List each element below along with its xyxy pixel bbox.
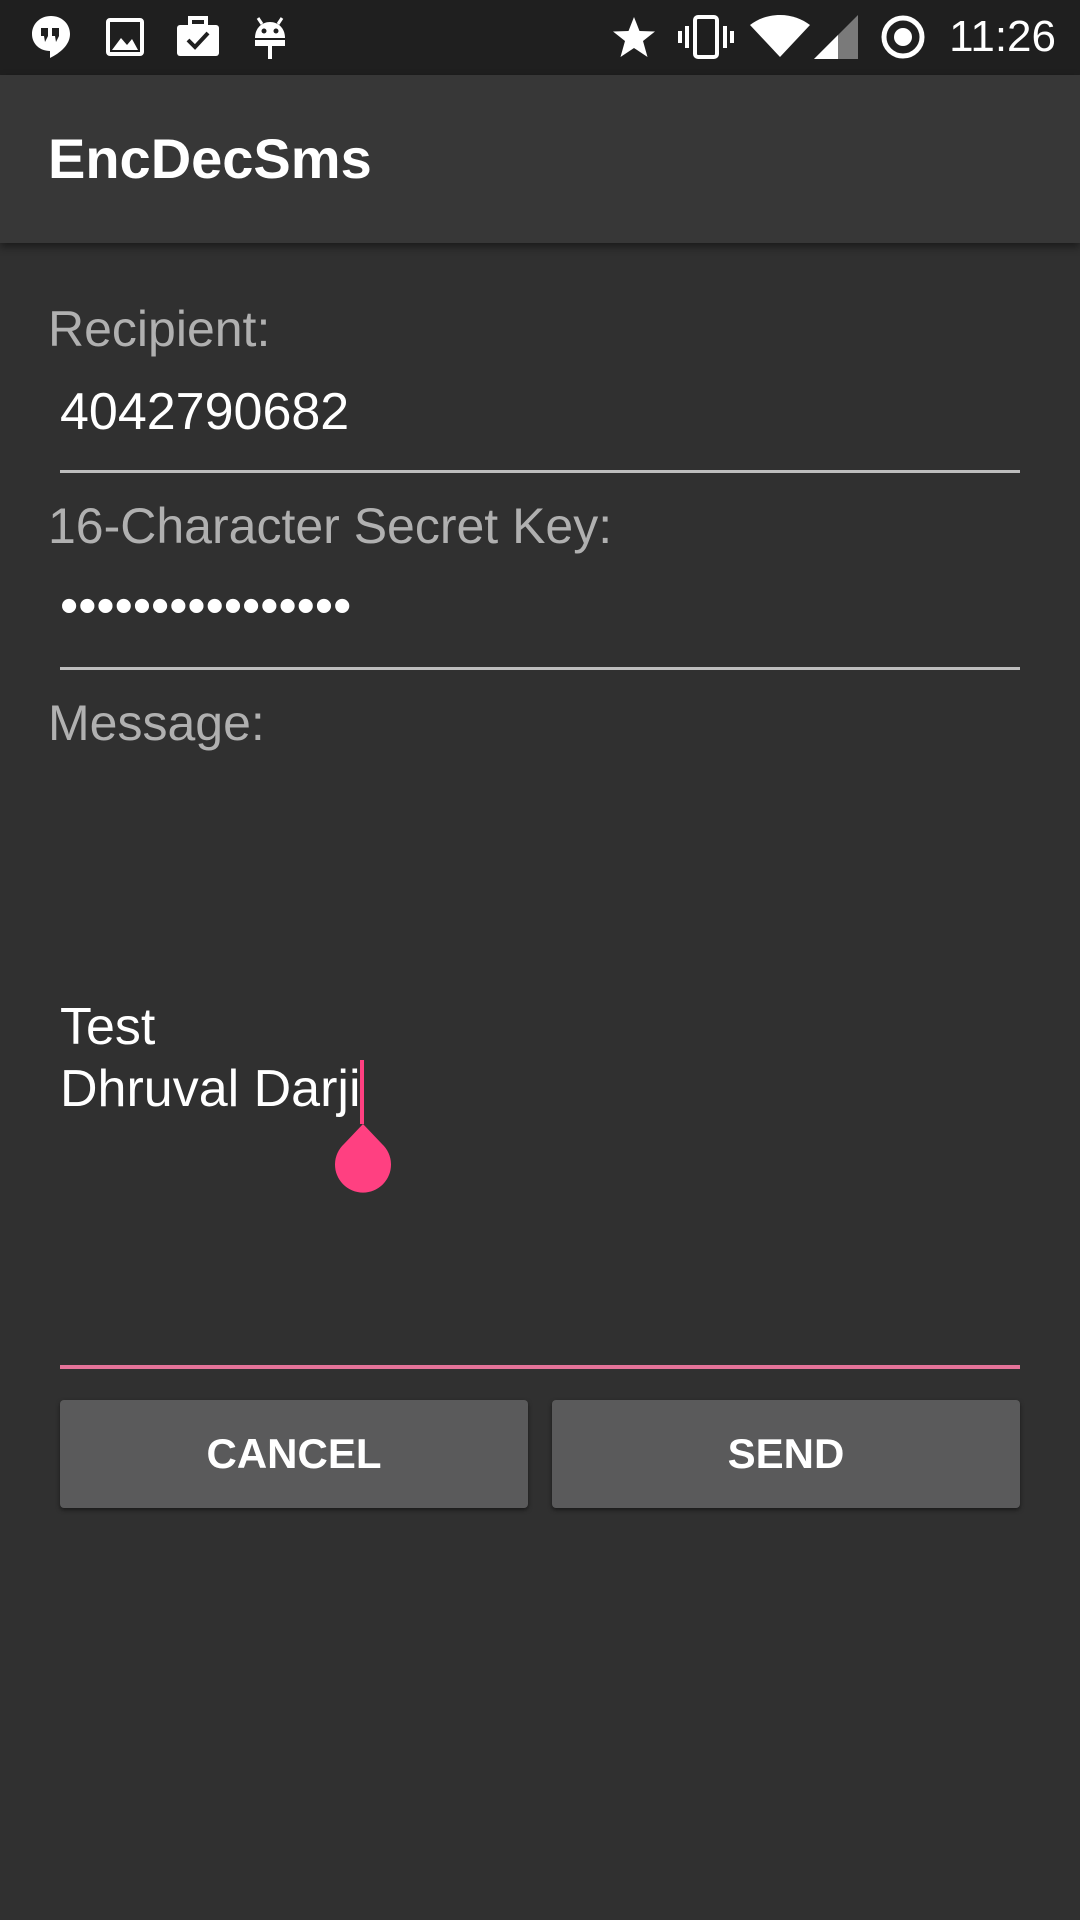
message-label: Message:: [48, 695, 265, 751]
vibrate-icon: [678, 14, 734, 60]
cursor-handle[interactable]: [332, 1124, 394, 1201]
briefcase-icon: [175, 14, 221, 60]
wifi-icon: [750, 14, 810, 60]
star-icon: [611, 14, 657, 60]
recipient-input[interactable]: 4042790682: [60, 372, 1020, 473]
cancel-button[interactable]: CANCEL: [60, 1400, 528, 1508]
message-input[interactable]: Test Dhruval Darji: [60, 770, 1020, 1369]
status-clock: 11:26: [949, 12, 1056, 61]
status-bar: 11:26: [0, 0, 1080, 75]
message-line-2: Dhruval Darji: [60, 1060, 361, 1118]
image-icon: [106, 14, 144, 60]
recipient-label: Recipient:: [48, 301, 271, 357]
app-bar: EncDecSms: [0, 75, 1080, 243]
recipient-value: 4042790682: [60, 383, 350, 441]
signal-icon: [814, 14, 858, 60]
secret-key-label: 16-Character Secret Key:: [48, 498, 613, 554]
send-button[interactable]: SEND: [552, 1400, 1020, 1508]
hangouts-icon: [30, 14, 72, 60]
secret-key-input[interactable]: ••••••••••••••••: [60, 570, 1020, 670]
message-line-1: Test: [60, 998, 156, 1056]
android-icon: [252, 14, 288, 60]
app-title: EncDecSms: [48, 127, 372, 190]
secret-key-value: ••••••••••••••••: [60, 577, 352, 635]
sync-icon: [880, 14, 926, 60]
text-cursor: [360, 1060, 364, 1124]
